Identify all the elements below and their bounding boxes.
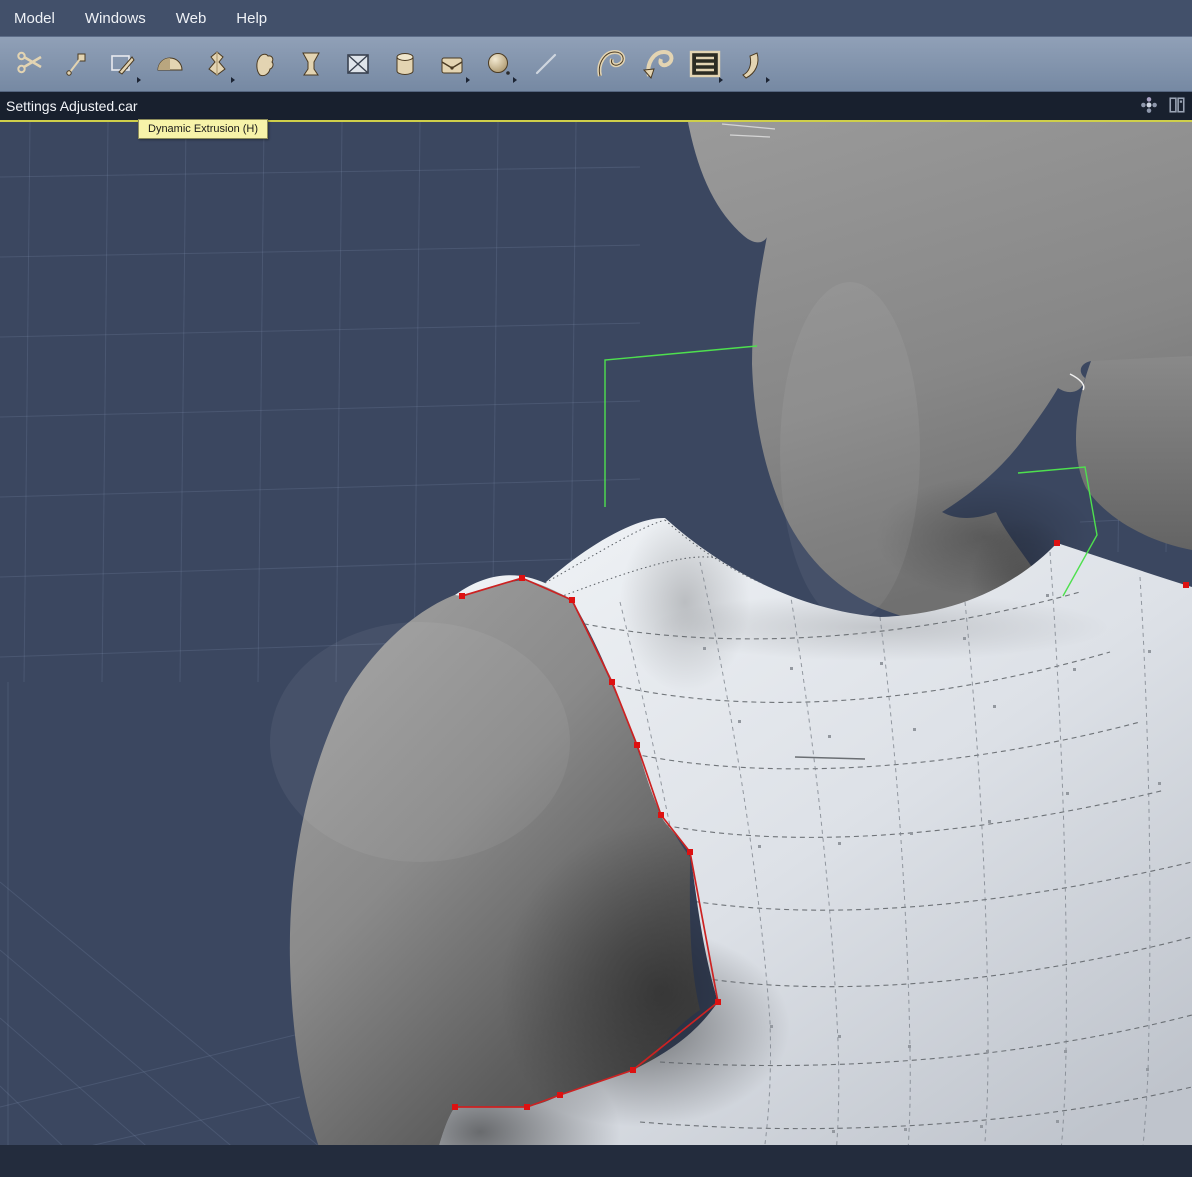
layout-columns-icon[interactable] [1168, 96, 1186, 114]
ribbon-bend-tool[interactable] [733, 44, 771, 84]
document-tab-bar: Settings Adjusted.car [0, 92, 1192, 122]
thumb-sweep-tool[interactable] [245, 44, 283, 84]
dome-icon [157, 57, 183, 71]
goblet-lathe-tool[interactable] [292, 44, 330, 84]
menu-help[interactable]: Help [236, 10, 267, 27]
satchel-icon [441, 57, 463, 74]
flyout-arrow-icon [766, 77, 770, 83]
scissors-icon [17, 51, 42, 74]
dome-tool[interactable] [151, 44, 189, 84]
dynamic-extrusion-icon [208, 51, 226, 76]
framed-lines-tool[interactable] [686, 44, 724, 84]
flyout-arrow-icon [137, 77, 141, 83]
polygon-draw-icon [111, 55, 135, 75]
scissors-tool[interactable] [10, 44, 48, 84]
flyout-arrow-icon [719, 77, 723, 83]
dynamic-extrusion-tool[interactable] [198, 44, 236, 84]
point-edit-icon [66, 53, 86, 76]
sphere-icon [488, 53, 510, 75]
menu-bar: Model Windows Web Help [0, 0, 1192, 36]
stroke-tool[interactable] [527, 44, 565, 84]
crossed-box-tool[interactable] [339, 44, 377, 84]
goblet-icon [302, 52, 320, 76]
cylinder-icon [396, 53, 414, 75]
scroll-arrow-tool[interactable] [639, 44, 677, 84]
viewport-bottom-band [0, 1145, 1192, 1177]
thumb-sweep-icon [256, 53, 274, 77]
satchel-tool[interactable] [433, 44, 471, 84]
menu-model[interactable]: Model [14, 10, 55, 27]
menu-windows[interactable]: Windows [85, 10, 146, 27]
scroll-deform-icon [597, 49, 626, 77]
sphere-tool[interactable] [480, 44, 518, 84]
crossed-box-icon [347, 54, 369, 74]
sparkle-icon[interactable] [1140, 96, 1158, 114]
framed-lines-icon [689, 50, 721, 78]
document-tab[interactable]: Settings Adjusted.car [0, 98, 138, 114]
scroll-arrow-icon [642, 49, 674, 79]
flyout-arrow-icon [231, 77, 235, 83]
flyout-arrow-icon [466, 77, 470, 83]
stroke-icon [535, 53, 557, 75]
polygon-draw-tool[interactable] [104, 44, 142, 84]
scene-canvas [0, 122, 1192, 1177]
point-edit-tool[interactable] [57, 44, 95, 84]
cylinder-tool[interactable] [386, 44, 424, 84]
ribbon-bend-icon [742, 52, 759, 79]
scroll-deform-tool[interactable] [592, 44, 630, 84]
modeling-toolbar [0, 36, 1192, 92]
flyout-arrow-icon [513, 77, 517, 83]
menu-web[interactable]: Web [176, 10, 207, 27]
viewport-3d[interactable] [0, 122, 1192, 1177]
tool-tooltip: Dynamic Extrusion (H) [138, 119, 269, 139]
